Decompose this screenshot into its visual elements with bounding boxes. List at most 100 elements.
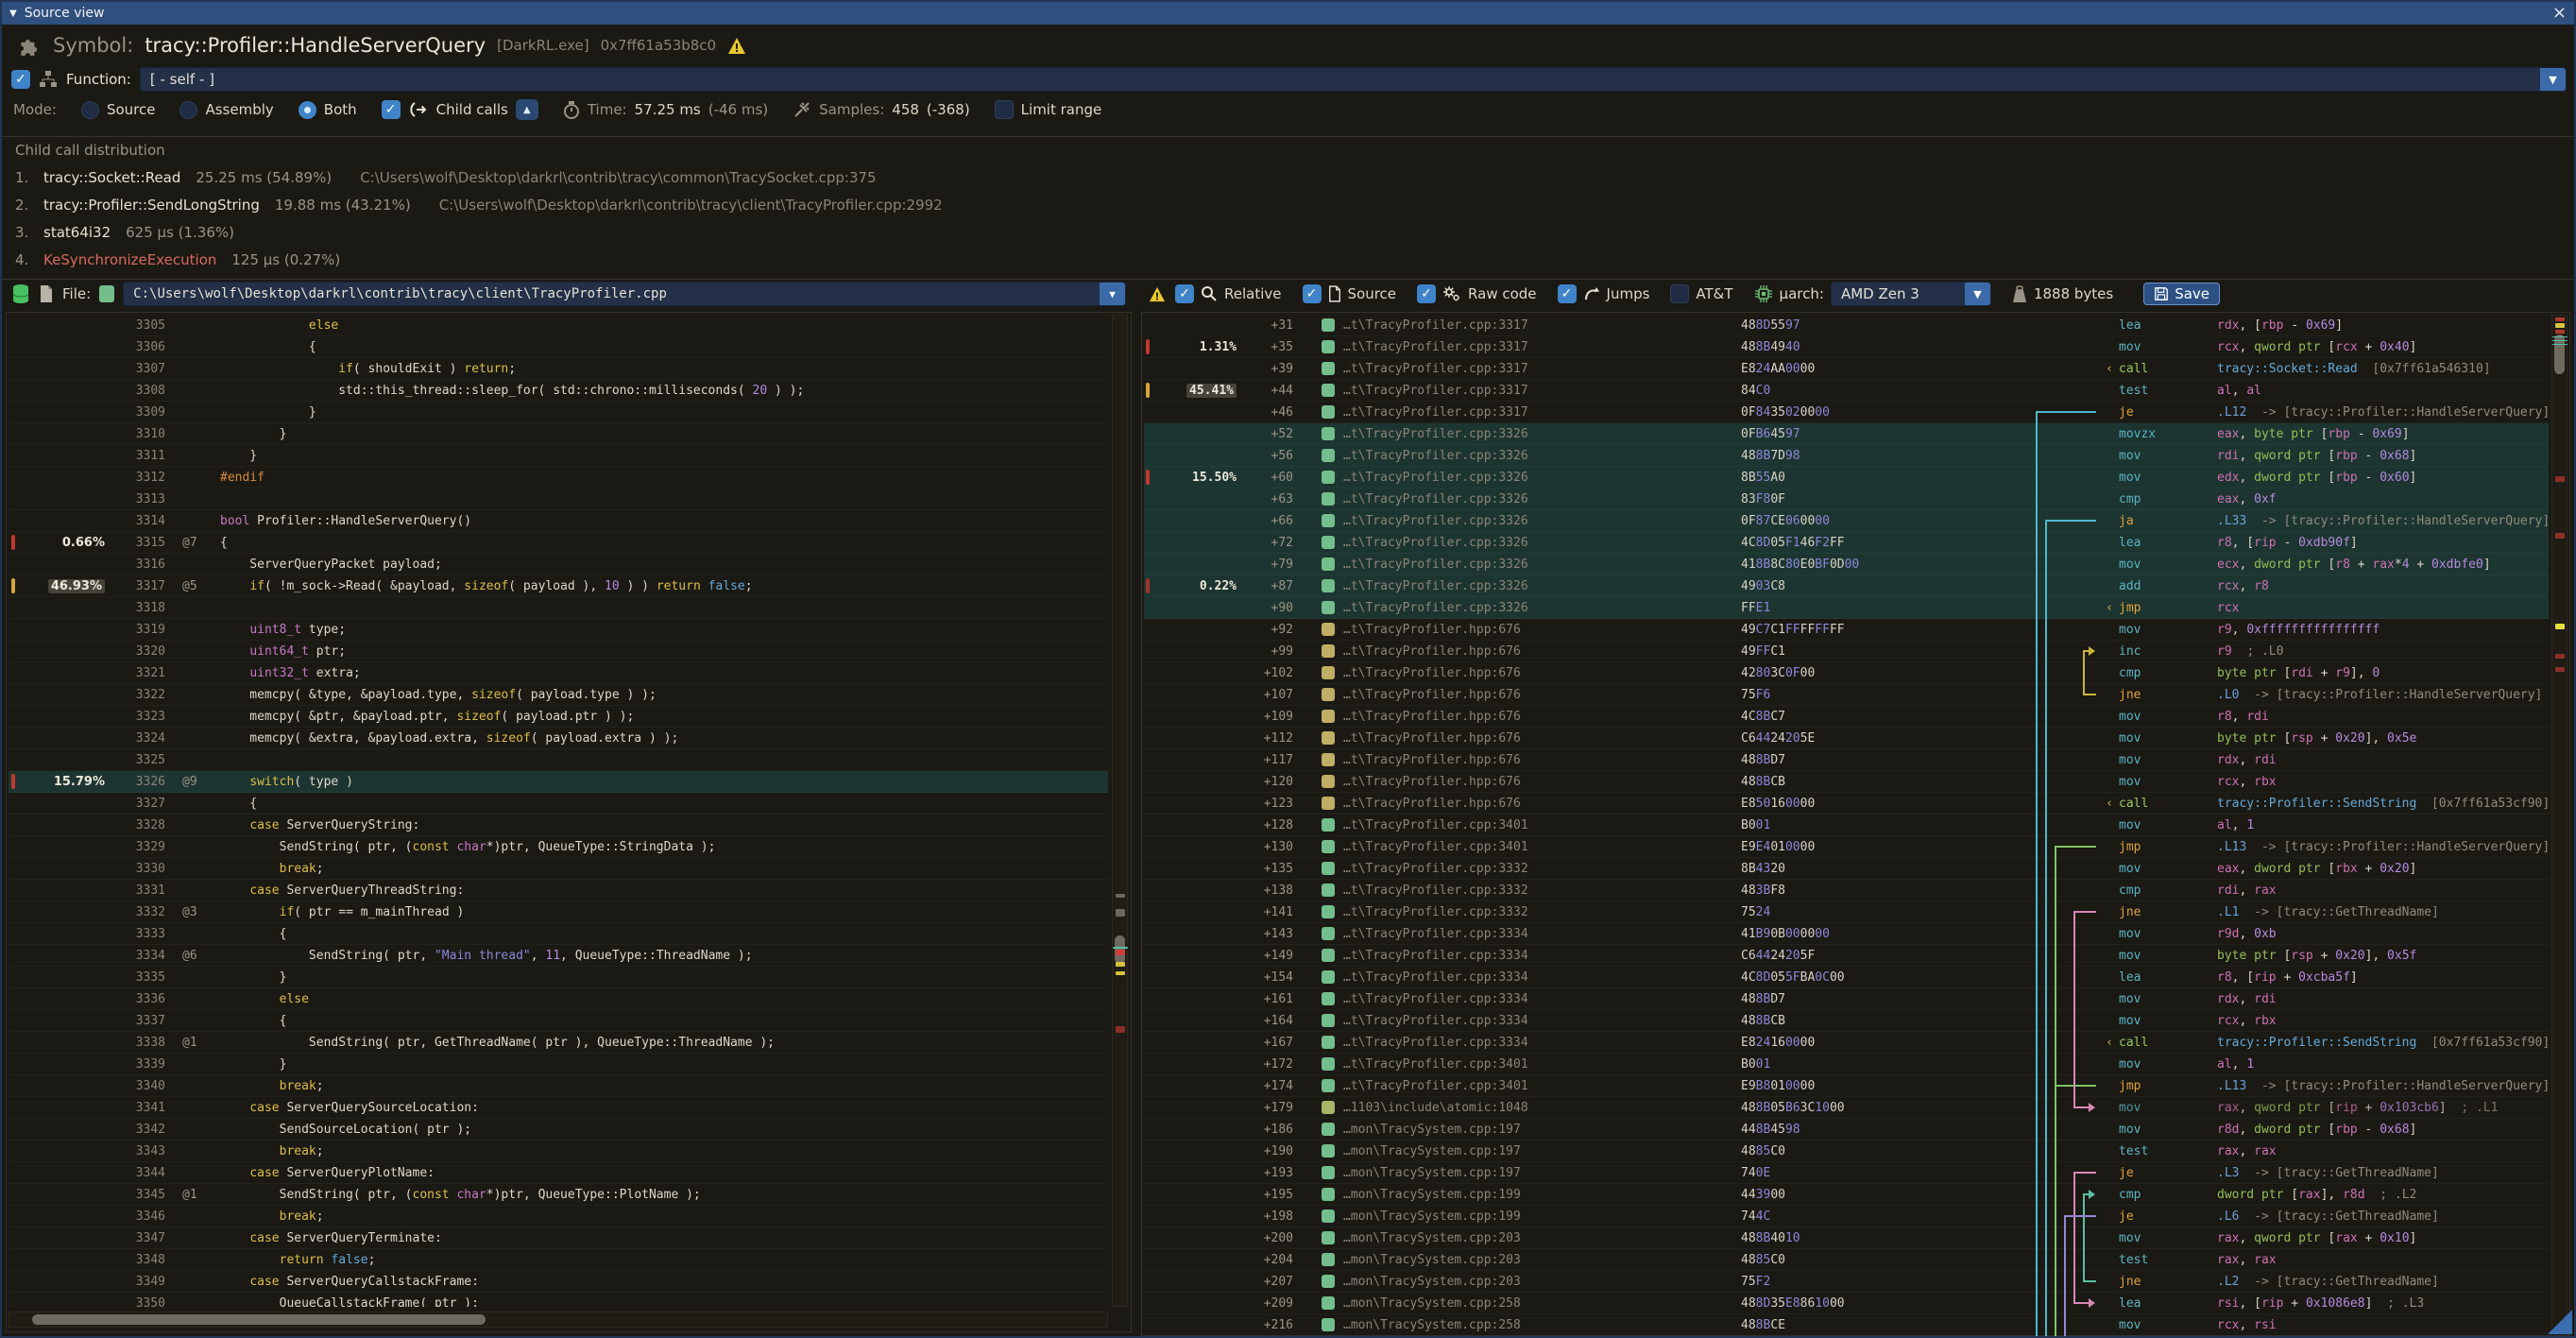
assembly-vertical-scrollbar[interactable] xyxy=(2551,315,2567,1333)
asm-row[interactable]: +204…mon\TracySystem.cpp:2034885C0testra… xyxy=(1144,1249,2549,1271)
asm-row[interactable]: +92…t\TracyProfiler.hpp:67649C7C1FFFFFFF… xyxy=(1144,619,2549,641)
uarch-dropdown[interactable]: AMD Zen 3 ▼ xyxy=(1831,282,1991,306)
source-line-row[interactable]: 3327 { xyxy=(9,793,1108,815)
asm-row[interactable]: +186…mon\TracySystem.cpp:197448B4598movr… xyxy=(1144,1119,2549,1141)
source-line-row[interactable]: 3324 memcpy( &extra, &payload.extra, siz… xyxy=(9,728,1108,749)
raw-code-toggle[interactable]: ✓ Raw code xyxy=(1417,284,1537,303)
source-line-row[interactable]: 3310 } xyxy=(9,423,1108,445)
asm-row[interactable]: +141…t\TracyProfiler.cpp:33327524jne.L1 … xyxy=(1144,901,2549,923)
chevron-down-icon[interactable]: ▼ xyxy=(1100,283,1125,305)
asm-row[interactable]: +112…t\TracyProfiler.hpp:676C64424205Emo… xyxy=(1144,728,2549,749)
asm-row[interactable]: +39…t\TracyProfiler.cpp:3317E824AA0000‹c… xyxy=(1144,358,2549,380)
child-call-item[interactable]: 1.tracy::Socket::Read25.25 ms (54.89%)C:… xyxy=(15,169,2574,186)
asm-row[interactable]: +135…t\TracyProfiler.cpp:33328B4320movea… xyxy=(1144,858,2549,880)
source-line-row[interactable]: 3348 return false; xyxy=(9,1249,1108,1271)
mode-radio-assembly[interactable]: Assembly xyxy=(179,101,273,119)
scrollbar-thumb[interactable] xyxy=(32,1314,486,1325)
asm-row[interactable]: +174…t\TracyProfiler.cpp:3401E9B8010000j… xyxy=(1144,1075,2549,1097)
relative-toggle[interactable]: ✓ Relative xyxy=(1175,284,1282,303)
limit-range-toggle[interactable]: Limit range xyxy=(995,100,1102,119)
source-line-row[interactable]: 3322 memcpy( &type, &payload.type, sizeo… xyxy=(9,684,1108,706)
source-checkbox[interactable]: ✓ xyxy=(1303,284,1322,303)
asm-row[interactable]: +179…1103\include\atomic:1048488B05B63C1… xyxy=(1144,1097,2549,1119)
source-line-row[interactable]: 3346 break; xyxy=(9,1206,1108,1227)
source-line-row[interactable]: 3328 case ServerQueryString: xyxy=(9,815,1108,836)
limit-range-checkbox[interactable] xyxy=(995,100,1014,119)
asm-row[interactable]: +56…t\TracyProfiler.cpp:3326488B7D98movr… xyxy=(1144,445,2549,467)
asm-row[interactable]: +138…t\TracyProfiler.cpp:3332483BF8cmprd… xyxy=(1144,880,2549,901)
radio-icon[interactable] xyxy=(179,101,197,119)
asm-row[interactable]: +79…t\TracyProfiler.cpp:3326418B8C80E0BF… xyxy=(1144,554,2549,575)
asm-row[interactable]: +90…t\TracyProfiler.cpp:3326FFE1‹jmprcx xyxy=(1144,597,2549,619)
asm-row[interactable]: +154…t\TracyProfiler.cpp:33344C8D055FBA0… xyxy=(1144,967,2549,988)
asm-row[interactable]: +190…mon\TracySystem.cpp:1974885C0testra… xyxy=(1144,1141,2549,1162)
radio-icon[interactable] xyxy=(81,101,99,119)
asm-row[interactable]: +209…mon\TracySystem.cpp:258488D35E88610… xyxy=(1144,1293,2549,1314)
source-line-row[interactable]: 3340 break; xyxy=(9,1075,1108,1097)
source-line-row[interactable]: 3335 } xyxy=(9,967,1108,988)
source-line-row[interactable]: 3314bool Profiler::HandleServerQuery() xyxy=(9,510,1108,532)
radio-icon[interactable] xyxy=(299,101,316,119)
save-button[interactable]: Save xyxy=(2143,283,2220,305)
source-line-row[interactable]: 3345@1 SendString( ptr, (const char*)ptr… xyxy=(9,1184,1108,1206)
asm-row[interactable]: +102…t\TracyProfiler.hpp:67642803C0F00cm… xyxy=(1144,662,2549,684)
asm-row[interactable]: +99…t\TracyProfiler.hpp:67649FFC1incr9 ;… xyxy=(1144,641,2549,662)
source-line-row[interactable]: 3320 uint64_t ptr; xyxy=(9,641,1108,662)
asm-row[interactable]: +198…mon\TracySystem.cpp:199744Cje.L6 ->… xyxy=(1144,1206,2549,1227)
source-line-row[interactable]: 3332@3 if( ptr == m_mainThread ) xyxy=(9,901,1108,923)
child-call-item[interactable]: 3.stat64i32625 µs (1.36%) xyxy=(15,224,2574,241)
child-call-item[interactable]: 2.tracy::Profiler::SendLongString19.88 m… xyxy=(15,197,2574,214)
asm-row[interactable]: +207…mon\TracySystem.cpp:20375F2jne.L2 -… xyxy=(1144,1271,2549,1293)
source-line-row[interactable]: 3339 } xyxy=(9,1054,1108,1075)
asm-row[interactable]: +31…t\TracyProfiler.cpp:3317488D5597lear… xyxy=(1144,315,2549,336)
jumps-toggle[interactable]: ✓ Jumps xyxy=(1558,284,1650,303)
asm-row[interactable]: 45.41%+44…t\TracyProfiler.cpp:331784C0te… xyxy=(1144,380,2549,402)
asm-row[interactable]: 1.31%+35…t\TracyProfiler.cpp:3317488B494… xyxy=(1144,336,2549,358)
source-line-row[interactable]: 3307 if( shouldExit ) return; xyxy=(9,358,1108,380)
asm-row[interactable]: +72…t\TracyProfiler.cpp:33264C8D05F146F2… xyxy=(1144,532,2549,554)
asm-row[interactable]: +52…t\TracyProfiler.cpp:33260FB64597movz… xyxy=(1144,423,2549,445)
source-line-row[interactable]: 3350 QueueCallstackFrame( ptr ); xyxy=(9,1293,1108,1307)
asm-row[interactable]: +195…mon\TracySystem.cpp:199443900cmpdwo… xyxy=(1144,1184,2549,1206)
source-line-row[interactable]: 3347 case ServerQueryTerminate: xyxy=(9,1227,1108,1249)
mode-radio-both[interactable]: Both xyxy=(299,101,357,119)
asm-row[interactable]: +164…t\TracyProfiler.cpp:3334488BCBmovrc… xyxy=(1144,1010,2549,1032)
asm-row[interactable]: 15.50%+60…t\TracyProfiler.cpp:33268B55A0… xyxy=(1144,467,2549,489)
source-line-row[interactable]: 3305 else xyxy=(9,315,1108,336)
chevron-down-icon[interactable]: ▼ xyxy=(2540,68,2566,91)
asm-row[interactable]: +216…mon\TracySystem.cpp:258488BCEmovrcx… xyxy=(1144,1314,2549,1335)
source-line-row[interactable]: 3308 std::this_thread::sleep_for( std::c… xyxy=(9,380,1108,402)
asm-row[interactable]: +149…t\TracyProfiler.cpp:3334C64424205Fm… xyxy=(1144,945,2549,967)
source-line-row[interactable]: 3334@6 SendString( ptr, "Main thread", 1… xyxy=(9,945,1108,967)
asm-row[interactable]: +109…t\TracyProfiler.hpp:6764C8BC7movr8,… xyxy=(1144,706,2549,728)
resize-handle-icon[interactable] xyxy=(2548,1310,2572,1334)
source-line-row[interactable]: 3309 } xyxy=(9,402,1108,423)
chevron-down-icon[interactable]: ▼ xyxy=(1965,283,1990,305)
source-line-row[interactable]: 3344 case ServerQueryPlotName: xyxy=(9,1162,1108,1184)
source-line-row[interactable]: 3330 break; xyxy=(9,858,1108,880)
source-line-row[interactable]: 3306 { xyxy=(9,336,1108,358)
mode-radio-source[interactable]: Source xyxy=(81,101,156,119)
source-line-row[interactable]: 3319 uint8_t type; xyxy=(9,619,1108,641)
source-line-row[interactable]: 3349 case ServerQueryCallstackFrame: xyxy=(9,1271,1108,1293)
source-line-row[interactable]: 3321 uint32_t extra; xyxy=(9,662,1108,684)
source-line-row[interactable]: 3325 xyxy=(9,749,1108,771)
source-line-row[interactable]: 3323 memcpy( &ptr, &payload.ptr, sizeof(… xyxy=(9,706,1108,728)
source-horizontal-scrollbar[interactable] xyxy=(9,1312,1108,1328)
asm-row[interactable]: 0.22%+87…t\TracyProfiler.cpp:33264903C8a… xyxy=(1144,575,2549,597)
source-vertical-scrollbar[interactable] xyxy=(1112,315,1128,1307)
source-line-row[interactable]: 3331 case ServerQueryThreadString: xyxy=(9,880,1108,901)
function-dropdown[interactable]: [ - self - ] ▼ xyxy=(140,67,2567,92)
function-checkbox[interactable]: ✓ xyxy=(11,70,30,89)
asm-row[interactable]: +193…mon\TracySystem.cpp:197740Eje.L3 ->… xyxy=(1144,1162,2549,1184)
asm-row[interactable]: +200…mon\TracySystem.cpp:203488B4010movr… xyxy=(1144,1227,2549,1249)
asm-row[interactable]: +143…t\TracyProfiler.cpp:333441B90B00000… xyxy=(1144,923,2549,945)
jumps-checkbox[interactable]: ✓ xyxy=(1558,284,1577,303)
child-call-item[interactable]: 4.KeSynchronizeExecution125 µs (0.27%) xyxy=(15,251,2574,268)
source-toggle[interactable]: ✓ Source xyxy=(1303,284,1397,303)
asm-row[interactable]: +46…t\TracyProfiler.cpp:33170F8435020000… xyxy=(1144,402,2549,423)
source-line-row[interactable]: 0.66%3315@7{ xyxy=(9,532,1108,554)
asm-row[interactable]: +66…t\TracyProfiler.cpp:33260F87CE060000… xyxy=(1144,510,2549,532)
source-line-row[interactable]: 3316 ServerQueryPacket payload; xyxy=(9,554,1108,575)
source-line-row[interactable]: 3341 case ServerQuerySourceLocation: xyxy=(9,1097,1108,1119)
